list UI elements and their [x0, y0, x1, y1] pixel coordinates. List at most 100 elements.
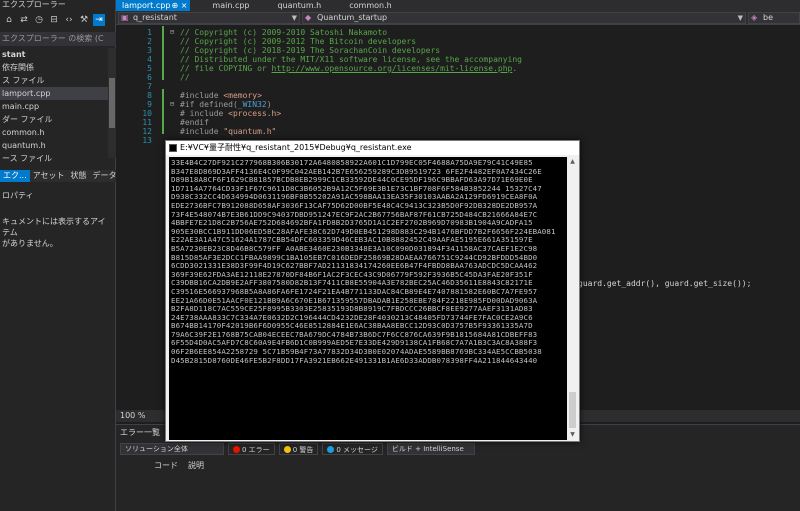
solution-explorer-title: エクスプローラー	[2, 0, 66, 9]
code-line: // Copyright (c) 2009-2012 The Bitcoin d…	[180, 37, 417, 46]
properties-title: ロパティ	[2, 191, 34, 200]
solution-explorer-search-input[interactable]: エクスプローラー の検索 (C	[0, 32, 116, 46]
console-title-bar[interactable]: E:¥VC¥量子耐性¥q_resistant_2015¥Debug¥q_resi…	[166, 141, 579, 155]
console-scrollbar[interactable]: ▲ ▼	[567, 157, 578, 440]
project-dropdown[interactable]: ▣ q_resistant ▼	[118, 12, 300, 24]
left-panel-tab[interactable]: データ	[89, 170, 119, 182]
error-icon	[233, 446, 240, 453]
editor-tab[interactable]: lamport.cpp ⊕ ×	[116, 0, 191, 11]
method-icon: ◈	[751, 13, 758, 22]
info-icon	[327, 446, 335, 453]
tree-item[interactable]: lamport.cpp	[0, 87, 108, 100]
editor-tab-label: common.h	[349, 1, 392, 10]
tree-item[interactable]: stant	[0, 48, 108, 61]
fold-toggle-icon[interactable]: ⊟	[170, 28, 174, 37]
wrench-icon[interactable]: ⚒	[78, 14, 90, 26]
solution-explorer-panel: エクスプローラー ⌂ ⇄ ◷ ⊟ ‹› ⚒ ⇥ エクスプローラー の検索 (C …	[0, 0, 116, 511]
tree-item[interactable]: ス ファイル	[0, 74, 108, 87]
error-list-title: エラー一覧	[120, 428, 160, 437]
home-icon[interactable]: ⌂	[3, 14, 15, 26]
error-list-toolbar: ソリューション全体 0 エラー 0 警告 0 メッセージ ビルド + Intel…	[120, 443, 475, 455]
build-filter-select[interactable]: ビルド + IntelliSense	[386, 443, 475, 455]
error-list-header: コード 説明	[154, 460, 214, 471]
line-number: 5	[147, 64, 152, 73]
line-number-gutter: 1 2 3 4 5 6 7 8 9 10 11 12 13	[116, 26, 166, 410]
code-line: //	[180, 73, 190, 82]
tree-item[interactable]: main.cpp	[0, 100, 108, 113]
messages-filter-button[interactable]: 0 メッセージ	[322, 443, 383, 455]
fold-toggle-icon[interactable]: ⊟	[170, 100, 174, 109]
tab-close-icon[interactable]: ⊕ ×	[171, 0, 187, 11]
code-line: #include "quantum.h"	[180, 127, 277, 136]
class-icon: ◆	[305, 13, 312, 22]
scroll-up-icon[interactable]: ▲	[567, 157, 578, 167]
code-line: // Distributed under the MIT/X11 softwar…	[180, 55, 522, 64]
code-line: // Copyright (c) 2009-2010 Satoshi Nakam…	[180, 28, 388, 37]
scope-select[interactable]: ソリューション全体	[120, 443, 224, 455]
project-icon: ▣	[121, 13, 129, 22]
code-line: #if defined(_WIN32)	[180, 100, 272, 109]
navigation-bar: ▣ q_resistant ▼ ◆ Quantum_startup ▼ ◈ be	[116, 11, 800, 25]
code-line: # include <process.h>	[180, 109, 282, 118]
tree-item[interactable]: ース ファイル	[0, 152, 108, 165]
line-number: 9	[147, 100, 152, 109]
left-panel-tabs: エク... アセット 状態 データ	[0, 170, 116, 182]
errors-filter-button[interactable]: 0 エラー	[228, 443, 275, 455]
editor-tab-label: main.cpp	[212, 1, 250, 10]
line-number: 13	[142, 136, 152, 145]
editor-tab[interactable]: main.cpp	[206, 0, 255, 11]
code-icon[interactable]: ‹›	[63, 14, 75, 26]
column-description[interactable]: 説明	[188, 460, 204, 471]
tree-scrollbar[interactable]	[108, 48, 116, 158]
left-panel-tab[interactable]: 状態	[67, 170, 89, 182]
sync-icon[interactable]: ⇄	[18, 14, 30, 26]
code-line: // Copyright (c) 2018-2019 The SorachanC…	[180, 46, 441, 55]
editor-tab[interactable]: common.h	[343, 0, 397, 11]
line-number: 10	[142, 109, 152, 118]
change-marker	[162, 26, 164, 80]
editor-tab-label: lamport.cpp	[122, 1, 171, 10]
scrollbar-thumb[interactable]	[569, 392, 576, 428]
warning-icon	[283, 446, 291, 453]
left-panel-tab[interactable]: アセット	[30, 170, 68, 182]
member-dropdown[interactable]: ◈ be	[748, 12, 800, 24]
line-number: 2	[147, 37, 152, 46]
editor-tabs: lamport.cpp ⊕ × main.cpp quantum.h common.h	[116, 0, 800, 11]
scroll-down-icon[interactable]: ▼	[567, 430, 578, 440]
scrollbar-thumb[interactable]	[109, 78, 115, 128]
line-number: 12	[142, 127, 152, 136]
change-marker	[162, 89, 164, 134]
solution-tree: stant 依存関係ス ファイル lamport.cpp main.cpp ダー ファイ…	[0, 48, 108, 165]
line-number: 3	[147, 46, 152, 55]
console-output[interactable]: 33E4B4C27DF921C277968B306B30172A64808589…	[169, 157, 567, 440]
console-window[interactable]: E:¥VC¥量子耐性¥q_resistant_2015¥Debug¥q_resi…	[165, 140, 580, 442]
editor-tab[interactable]: quantum.h	[272, 0, 328, 11]
column-code[interactable]: コード	[154, 460, 178, 471]
solution-explorer-toolbar: ⌂ ⇄ ◷ ⊟ ‹› ⚒ ⇥	[0, 10, 116, 30]
line-number: 1	[147, 28, 152, 37]
tree-item[interactable]: ダー ファイル	[0, 113, 108, 126]
preview-icon[interactable]: ⇥	[93, 14, 105, 26]
console-text: 33E4B4C27DF921C277968B306B30172A64808589…	[171, 158, 556, 365]
code-line: #include <memory>	[180, 91, 262, 100]
line-number: 11	[142, 118, 152, 127]
left-panel-tab[interactable]: エク...	[0, 170, 30, 182]
warnings-filter-button[interactable]: 0 警告	[278, 443, 319, 455]
properties-message: キュメントには表示するアイテム がありません。	[2, 217, 106, 248]
chevron-down-icon: ▼	[737, 14, 743, 22]
console-app-icon	[169, 144, 177, 152]
code-line: // file COPYING or http://www.opensource…	[180, 64, 518, 73]
code-fragment: guard.get_addr(), guard.get_size());	[578, 279, 752, 288]
line-number: 6	[147, 73, 152, 82]
code-line: #endif	[180, 118, 209, 127]
chevron-down-icon: ▼	[291, 14, 297, 22]
editor-tab-label: quantum.h	[277, 1, 322, 10]
tree-item[interactable]: quantum.h	[0, 139, 108, 152]
scope-dropdown[interactable]: ◆ Quantum_startup ▼	[302, 12, 746, 24]
line-number: 7	[147, 82, 152, 91]
history-icon[interactable]: ◷	[33, 14, 45, 26]
collapse-icon[interactable]: ⊟	[48, 14, 60, 26]
line-number: 4	[147, 55, 152, 64]
tree-item[interactable]: 依存関係	[0, 61, 108, 74]
tree-item[interactable]: common.h	[0, 126, 108, 139]
